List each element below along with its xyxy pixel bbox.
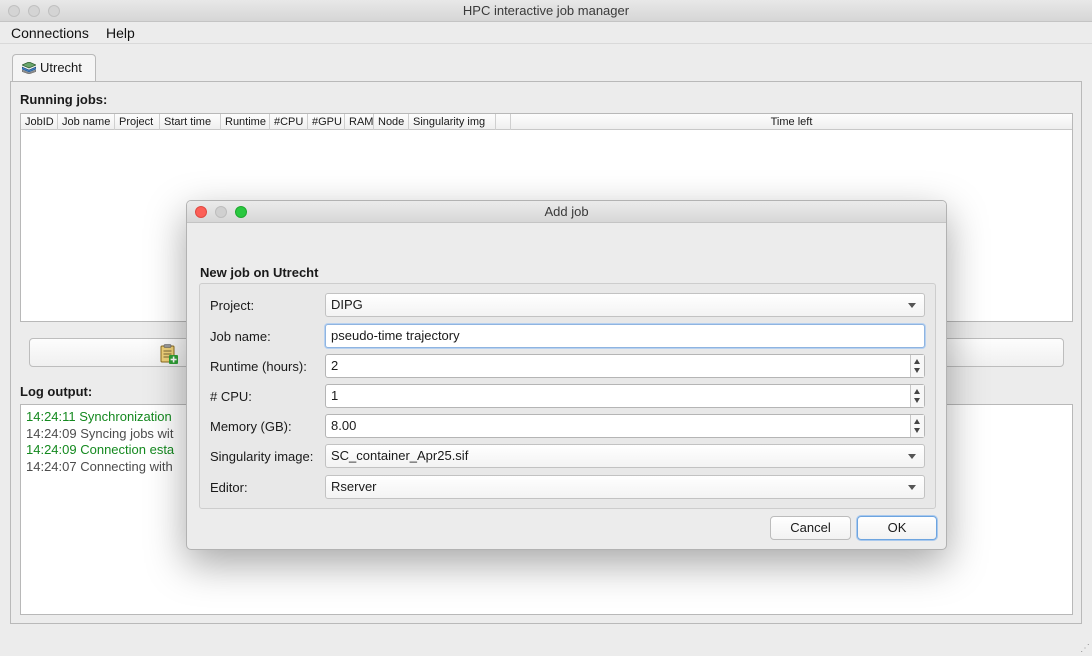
dialog-minimize-button[interactable]: [215, 206, 227, 218]
menu-bar: Connections Help: [0, 22, 1092, 44]
resize-grip-icon[interactable]: ⋰: [1080, 643, 1090, 654]
column-header-start-time[interactable]: Start time: [160, 114, 221, 130]
chevron-down-icon: [908, 303, 916, 308]
window-title: HPC interactive job manager: [462, 3, 630, 18]
cpu-label: # CPU:: [210, 389, 252, 404]
singularity-value: SC_container_Apr25.sif: [331, 448, 469, 463]
column-header-blank[interactable]: [496, 114, 511, 130]
runtime-value: 2: [331, 358, 339, 373]
cpu-spinbox[interactable]: 1: [325, 384, 925, 408]
editor-label: Editor:: [210, 480, 248, 495]
stepper-up-icon[interactable]: [914, 419, 920, 424]
jobs-table-header: JobID Job name Project Start time Runtim…: [21, 114, 1072, 130]
cpu-value: 1: [331, 388, 339, 403]
running-jobs-label: Running jobs:: [20, 92, 108, 107]
dialog-title: Add job: [544, 204, 589, 219]
dialog-close-button[interactable]: [195, 206, 207, 218]
column-header-node[interactable]: Node: [374, 114, 409, 130]
memory-spinbox[interactable]: 8.00: [325, 414, 925, 438]
singularity-image-select[interactable]: SC_container_Apr25.sif: [325, 444, 925, 468]
editor-select[interactable]: Rserver: [325, 475, 925, 499]
minimize-window-button[interactable]: [28, 5, 40, 17]
column-header-singularity-img[interactable]: Singularity img: [409, 114, 496, 130]
column-header-cpu[interactable]: #CPU: [270, 114, 308, 130]
tab-utrecht[interactable]: Utrecht: [12, 54, 96, 81]
memory-stepper[interactable]: [910, 415, 924, 437]
memory-value: 8.00: [331, 418, 357, 433]
project-select[interactable]: DIPG: [325, 293, 925, 317]
stepper-down-icon[interactable]: [914, 368, 920, 373]
cancel-button[interactable]: Cancel: [770, 516, 851, 540]
ok-button[interactable]: OK: [857, 516, 937, 540]
zoom-window-button[interactable]: [48, 5, 60, 17]
close-window-button[interactable]: [8, 5, 20, 17]
menu-connections[interactable]: Connections: [11, 25, 89, 41]
stepper-up-icon[interactable]: [914, 359, 920, 364]
chevron-down-icon: [908, 485, 916, 490]
runtime-label: Runtime (hours):: [210, 359, 307, 374]
column-header-time-left[interactable]: Time left: [511, 114, 1072, 130]
job-name-input[interactable]: pseudo-time trajectory: [325, 324, 925, 348]
job-name-value: pseudo-time trajectory: [331, 328, 460, 343]
group-title: New job on Utrecht: [200, 265, 319, 280]
column-header-ram[interactable]: RAM: [345, 114, 374, 130]
server-stack-icon: [22, 62, 36, 74]
stepper-down-icon[interactable]: [914, 428, 920, 433]
project-label: Project:: [210, 298, 255, 313]
cpu-stepper[interactable]: [910, 385, 924, 407]
column-header-jobid[interactable]: JobID: [21, 114, 58, 130]
memory-label: Memory (GB):: [210, 419, 292, 434]
log-output-label: Log output:: [20, 384, 93, 399]
stepper-up-icon[interactable]: [914, 389, 920, 394]
dialog-zoom-button[interactable]: [235, 206, 247, 218]
column-header-job-name[interactable]: Job name: [58, 114, 115, 130]
title-bar: HPC interactive job manager: [0, 0, 1092, 22]
tab-label: Utrecht: [40, 60, 82, 75]
chevron-down-icon: [908, 454, 916, 459]
runtime-stepper[interactable]: [910, 355, 924, 377]
job-name-label: Job name:: [210, 329, 271, 344]
editor-value: Rserver: [331, 479, 377, 494]
column-header-runtime[interactable]: Runtime: [221, 114, 270, 130]
stepper-down-icon[interactable]: [914, 398, 920, 403]
singularity-label: Singularity image:: [210, 449, 314, 464]
column-header-project[interactable]: Project: [115, 114, 160, 130]
runtime-spinbox[interactable]: 2: [325, 354, 925, 378]
menu-help[interactable]: Help: [106, 25, 135, 41]
dialog-title-bar: Add job: [187, 201, 946, 223]
add-job-clipboard-icon: [160, 344, 178, 364]
column-header-gpu[interactable]: #GPU: [308, 114, 345, 130]
add-job-dialog: Add job New job on Utrecht Project: DIPG…: [186, 200, 947, 550]
project-value: DIPG: [331, 297, 363, 312]
main-window: HPC interactive job manager Connections …: [0, 0, 1092, 656]
